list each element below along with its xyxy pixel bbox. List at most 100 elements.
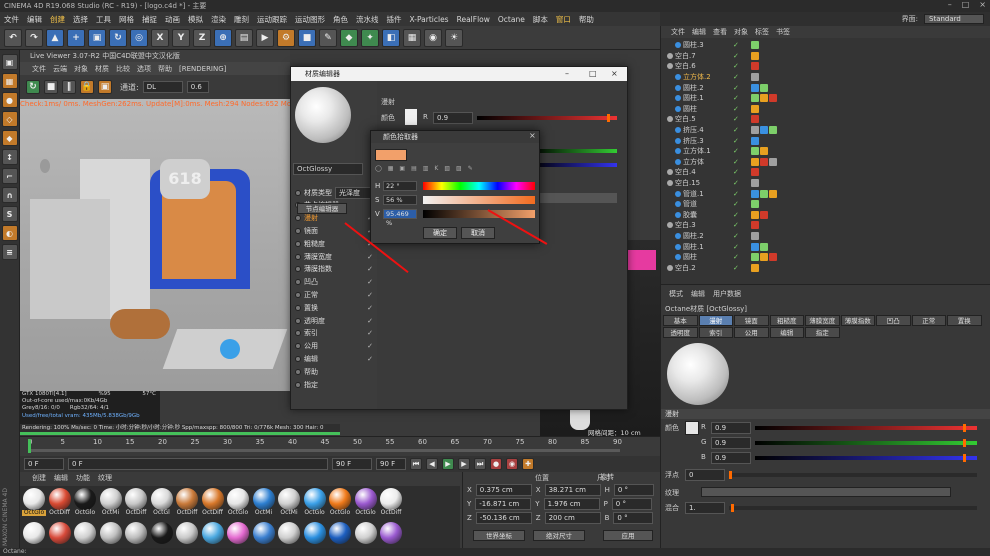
channel-radio-icon[interactable] <box>295 279 301 286</box>
material-thumbnail[interactable]: OctDiff <box>379 488 403 516</box>
scale-uniform-icon[interactable]: ◎ <box>130 28 148 47</box>
menu-item[interactable]: X-Particles <box>410 15 449 24</box>
menu-item[interactable]: 帮助 <box>579 14 594 25</box>
attribute-tab[interactable]: 透明度 <box>663 327 698 338</box>
size-field[interactable]: 1.976 cm <box>543 497 600 510</box>
lock-icon[interactable]: ≡ <box>1 244 18 260</box>
menu-item[interactable]: 窗口 <box>556 14 571 25</box>
attribute-menu-item[interactable]: 模式 <box>669 289 683 299</box>
material-thumbnail[interactable] <box>379 522 403 550</box>
attribute-tab[interactable]: 薄膜宽度 <box>805 315 840 326</box>
visibility-check-icon[interactable]: ✓ <box>733 243 739 251</box>
channel-radio-icon[interactable] <box>295 355 301 362</box>
visibility-check-icon[interactable]: ✓ <box>733 52 739 60</box>
attribute-menu-item[interactable]: 用户数据 <box>713 289 741 299</box>
viewer-menu-item[interactable]: 对象 <box>74 64 88 74</box>
object-menu-item[interactable]: 书签 <box>776 27 790 37</box>
select-icon[interactable]: ▲ <box>46 28 64 47</box>
tag-icon[interactable] <box>769 157 777 166</box>
material-thumbnail[interactable] <box>48 522 72 550</box>
subdivision-icon[interactable]: ◆ <box>340 28 358 47</box>
swatches-icon[interactable]: ▨ <box>456 165 462 175</box>
tag-icon[interactable] <box>751 189 759 198</box>
object-row[interactable]: 圆柱.2 ✓ <box>661 231 990 242</box>
start-frame-field[interactable]: 0 F <box>24 458 64 470</box>
r-slider-knob[interactable] <box>963 424 966 432</box>
size-field[interactable]: 200 cm <box>544 511 601 524</box>
maximize-icon[interactable]: □ <box>962 0 970 12</box>
menu-item[interactable]: 动画 <box>165 14 180 25</box>
attribute-tab[interactable]: 公用 <box>734 327 769 338</box>
tag-icon[interactable] <box>769 253 777 262</box>
prev-frame-icon[interactable]: ◀ <box>426 458 438 470</box>
channel-enabled-check-icon[interactable]: ✓ <box>367 304 373 312</box>
scene-icon[interactable]: ▦ <box>403 28 421 47</box>
axis-mode-icon[interactable]: ↕ <box>1 149 18 165</box>
render-settings-icon[interactable]: ⚙ <box>277 28 295 47</box>
menu-item[interactable]: 流水线 <box>356 14 379 25</box>
attribute-tab[interactable]: 索引 <box>698 327 733 338</box>
cloner-icon[interactable]: ✦ <box>361 28 379 47</box>
autokey-icon[interactable]: ◉ <box>506 458 518 470</box>
region-icon[interactable]: ▣ <box>98 80 112 94</box>
channel-enabled-check-icon[interactable]: ✓ <box>367 291 373 299</box>
material-channel-item[interactable]: 薄膜宽度 ✓ <box>295 251 375 262</box>
timeline-track[interactable] <box>28 449 620 452</box>
object-menu-item[interactable]: 编辑 <box>692 27 706 37</box>
channel-enabled-check-icon[interactable]: ✓ <box>367 278 373 286</box>
me-color-swatch[interactable] <box>405 109 417 125</box>
channel-enabled-check-icon[interactable]: ✓ <box>367 253 373 261</box>
material-channel-item[interactable]: 凹凸 ✓ <box>295 277 375 288</box>
visibility-check-icon[interactable]: ✓ <box>733 147 739 155</box>
apply-button[interactable]: 应用 <box>603 530 653 541</box>
visibility-check-icon[interactable]: ✓ <box>733 73 739 81</box>
channel-enabled-check-icon[interactable]: ✓ <box>367 265 373 273</box>
material-thumbnail[interactable]: OctMi <box>99 488 123 516</box>
attribute-tab[interactable]: 正常 <box>911 315 946 326</box>
z-axis-icon[interactable]: Z <box>193 28 211 47</box>
refresh-icon[interactable]: ↻ <box>26 80 40 94</box>
object-menu-item[interactable]: 查看 <box>713 27 727 37</box>
channel-enabled-check-icon[interactable]: ✓ <box>367 355 373 363</box>
tag-icon[interactable] <box>760 253 768 262</box>
visibility-check-icon[interactable]: ✓ <box>733 190 739 198</box>
visibility-check-icon[interactable]: ✓ <box>733 62 739 70</box>
tag-icon[interactable] <box>769 94 777 103</box>
menu-item[interactable]: Octane <box>498 15 525 24</box>
coord-system-icon[interactable]: ⊕ <box>214 28 232 47</box>
viewer-menu-item[interactable]: 云端 <box>53 64 67 74</box>
tag-icon[interactable] <box>769 189 777 198</box>
tag-icon[interactable] <box>751 179 759 188</box>
b-slider-knob[interactable] <box>963 454 966 462</box>
tag-icon[interactable] <box>760 210 768 219</box>
me-r-slider[interactable] <box>477 114 617 122</box>
render-region-icon[interactable]: ▤ <box>235 28 253 47</box>
snap-icon[interactable]: S <box>1 206 18 222</box>
menu-item[interactable]: 插件 <box>387 14 402 25</box>
channel-radio-icon[interactable] <box>295 253 301 260</box>
tag-icon[interactable] <box>751 200 759 209</box>
material-channel-item[interactable]: 漫射✓ <box>295 213 375 224</box>
position-field[interactable]: -50.136 cm <box>475 511 532 524</box>
pause-icon[interactable]: ‖ <box>62 80 76 94</box>
float-slider[interactable] <box>729 471 977 479</box>
tag-icon[interactable] <box>751 73 759 82</box>
g-slider-knob[interactable] <box>963 439 966 447</box>
material-channel-item[interactable]: 指定 <box>295 379 375 390</box>
workplane-icon[interactable]: ◐ <box>1 225 18 241</box>
object-row[interactable]: 立方体.2 ✓ <box>661 72 990 83</box>
hue-bar[interactable] <box>423 182 535 190</box>
visibility-check-icon[interactable]: ✓ <box>733 253 739 261</box>
polygons-mode-icon[interactable]: ◆ <box>1 130 18 146</box>
menu-item[interactable]: 创建 <box>50 14 65 25</box>
render-view-icon[interactable]: ▶ <box>256 28 274 47</box>
edges-mode-icon[interactable]: ◇ <box>1 111 18 127</box>
material-thumbnail[interactable]: OctGlo <box>328 488 352 516</box>
tweak-mode-icon[interactable]: ⌐ <box>1 168 18 184</box>
material-type-dropdown[interactable]: 光泽度 <box>335 187 375 199</box>
material-menu-item[interactable]: 编辑 <box>54 473 68 483</box>
material-thumbnail[interactable]: OctGlo <box>226 488 250 516</box>
material-thumbnail[interactable] <box>124 522 148 550</box>
tag-icon[interactable] <box>769 126 777 135</box>
material-channel-item[interactable]: 透明度 ✓ <box>295 315 375 326</box>
